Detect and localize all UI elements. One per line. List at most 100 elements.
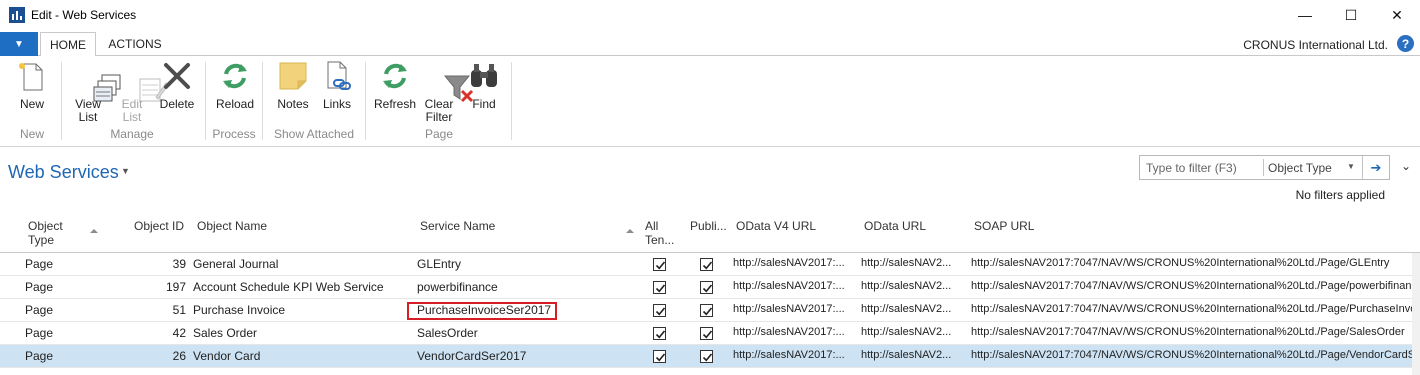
table-row[interactable]: Page 197 Account Schedule KPI Web Service p… [0, 276, 1420, 299]
new-button[interactable]: New [12, 60, 52, 111]
arrow-right-icon: ➔ [1370, 159, 1382, 175]
cell-odata-url: http://salesNAV2... [861, 303, 952, 315]
reload-icon [219, 60, 251, 92]
window-title: Edit - Web Services [31, 8, 137, 22]
group-label-process: Process [212, 127, 256, 141]
chevron-down-icon[interactable]: ▼ [121, 166, 130, 176]
notes-label: Notes [277, 97, 309, 111]
filter-status: No filters applied [1295, 188, 1385, 202]
cell-object-id: 197 [165, 280, 186, 294]
cell-odata-v4-url: http://salesNAV2017:... [733, 280, 845, 292]
cell-object-id: 51 [172, 303, 186, 317]
filter-input[interactable] [1140, 156, 1262, 179]
delete-button[interactable]: Delete [157, 60, 197, 111]
column-header-service-name[interactable]: Service Name [420, 219, 495, 233]
cell-odata-url: http://salesNAV2... [861, 280, 952, 292]
clear-filter-icon [423, 60, 474, 103]
published-checkbox[interactable] [700, 327, 713, 340]
sort-ascending-icon[interactable] [90, 229, 98, 233]
all-tenants-checkbox[interactable] [653, 304, 666, 317]
column-header-soap-url[interactable]: SOAP URL [974, 219, 1034, 233]
cell-service-name: powerbifinance [417, 280, 498, 294]
column-header-object-type[interactable]: Object Type [28, 219, 63, 247]
minimize-icon: — [1298, 7, 1312, 23]
cell-object-id: 26 [172, 349, 186, 363]
maximize-button[interactable]: ☐ [1328, 0, 1374, 30]
table-row[interactable]: Page 39 General Journal GLEntry http://sales… [0, 253, 1420, 276]
notes-icon [277, 60, 309, 92]
cell-object-name: General Journal [193, 257, 279, 271]
all-tenants-checkbox[interactable] [653, 350, 666, 363]
cell-object-type: Page [25, 349, 54, 363]
column-header-odata-url[interactable]: OData URL [864, 219, 926, 233]
cell-object-type: Page [25, 326, 54, 340]
cell-object-name: Sales Order [193, 326, 258, 340]
app-logo-icon [9, 7, 25, 23]
cell-service-name: VendorCardSer2017 [417, 349, 527, 363]
close-button[interactable]: ✕ [1374, 0, 1420, 30]
column-header-object-name[interactable]: Object Name [197, 219, 267, 233]
column-header-all-tenants[interactable]: All Ten... [645, 219, 674, 247]
filter-bar: Object Type ▼ ➔ [1139, 155, 1390, 180]
page-title: Web Services [8, 162, 119, 182]
group-label-manage: Manage [110, 127, 154, 141]
delete-label: Delete [159, 97, 195, 111]
title-bar: Edit - Web Services — ☐ ✕ [0, 0, 1420, 30]
cell-object-type: Page [25, 257, 54, 271]
chevron-down-icon: ▼ [14, 38, 24, 50]
cell-object-id: 39 [172, 257, 186, 271]
filter-divider [1263, 159, 1264, 176]
reload-label: Reload [215, 97, 255, 111]
refresh-icon [379, 60, 411, 92]
table-row[interactable]: Page 42 Sales Order SalesOrder http://salesN… [0, 322, 1420, 345]
ribbon-tab-bar: ▼ HOME ACTIONS CRONUS International Ltd.… [0, 32, 1420, 57]
cell-odata-v4-url: http://salesNAV2017:... [733, 257, 845, 269]
column-header-object-id[interactable]: Object ID [134, 219, 184, 233]
cell-odata-url: http://salesNAV2... [861, 257, 952, 269]
group-label-show-attached: Show Attached [273, 127, 355, 141]
help-icon[interactable]: ? [1397, 35, 1414, 52]
dropdown-arrow-icon[interactable]: ▼ [1347, 162, 1355, 171]
cell-service-name: SalesOrder [417, 326, 478, 340]
close-icon: ✕ [1391, 6, 1403, 23]
published-checkbox[interactable] [700, 281, 713, 294]
view-list-button[interactable]: View List [68, 60, 121, 124]
notes-button[interactable]: Notes [273, 60, 313, 111]
cell-object-name: Vendor Card [193, 349, 261, 363]
delete-icon [161, 60, 193, 92]
all-tenants-checkbox[interactable] [653, 258, 666, 271]
all-tenants-checkbox[interactable] [653, 281, 666, 294]
ribbon: New View List Edit List Delete Reload No… [0, 56, 1420, 147]
cell-object-type: Page [25, 280, 54, 294]
view-list-icon [72, 60, 121, 102]
collapse-chevron-icon[interactable]: ⌄ [1401, 159, 1411, 173]
edit-list-button[interactable]: Edit List [112, 60, 169, 124]
published-checkbox[interactable] [700, 258, 713, 271]
apply-filter-button[interactable]: ➔ [1362, 156, 1389, 179]
refresh-button[interactable]: Refresh [373, 60, 417, 111]
column-header-published[interactable]: Publi... [690, 219, 727, 233]
reload-button[interactable]: Reload [214, 60, 256, 111]
cell-soap-url: http://salesNAV2017:7047/NAV/WS/CRONUS%2… [971, 257, 1390, 269]
company-name[interactable]: CRONUS International Ltd. [1243, 38, 1388, 52]
published-checkbox[interactable] [700, 304, 713, 317]
sort-ascending-icon[interactable] [626, 229, 634, 233]
links-icon [321, 60, 353, 92]
application-menu-button[interactable]: ▼ [0, 32, 38, 56]
published-checkbox[interactable] [700, 350, 713, 363]
links-button[interactable]: Links [318, 60, 356, 111]
filter-field-select[interactable]: Object Type [1268, 161, 1332, 175]
column-header-odata-v4-url[interactable]: OData V4 URL [736, 219, 816, 233]
minimize-button[interactable]: — [1282, 0, 1328, 30]
tab-actions[interactable]: ACTIONS [100, 32, 170, 56]
find-label: Find [472, 97, 496, 111]
find-button[interactable]: Find [465, 60, 503, 111]
cell-odata-v4-url: http://salesNAV2017:... [733, 326, 845, 338]
tab-home[interactable]: HOME [40, 32, 96, 57]
table-row[interactable]: Page 26 Vendor Card VendorCardSer2017 http:/… [0, 345, 1420, 368]
all-tenants-checkbox[interactable] [653, 327, 666, 340]
cell-odata-v4-url: http://salesNAV2017:... [733, 303, 845, 315]
horizontal-overflow-strip [1412, 253, 1420, 375]
clear-filter-button[interactable]: Clear Filter [420, 60, 474, 124]
table-row[interactable]: Page 51 Purchase Invoice PurchaseInvoiceSer… [0, 299, 1420, 322]
